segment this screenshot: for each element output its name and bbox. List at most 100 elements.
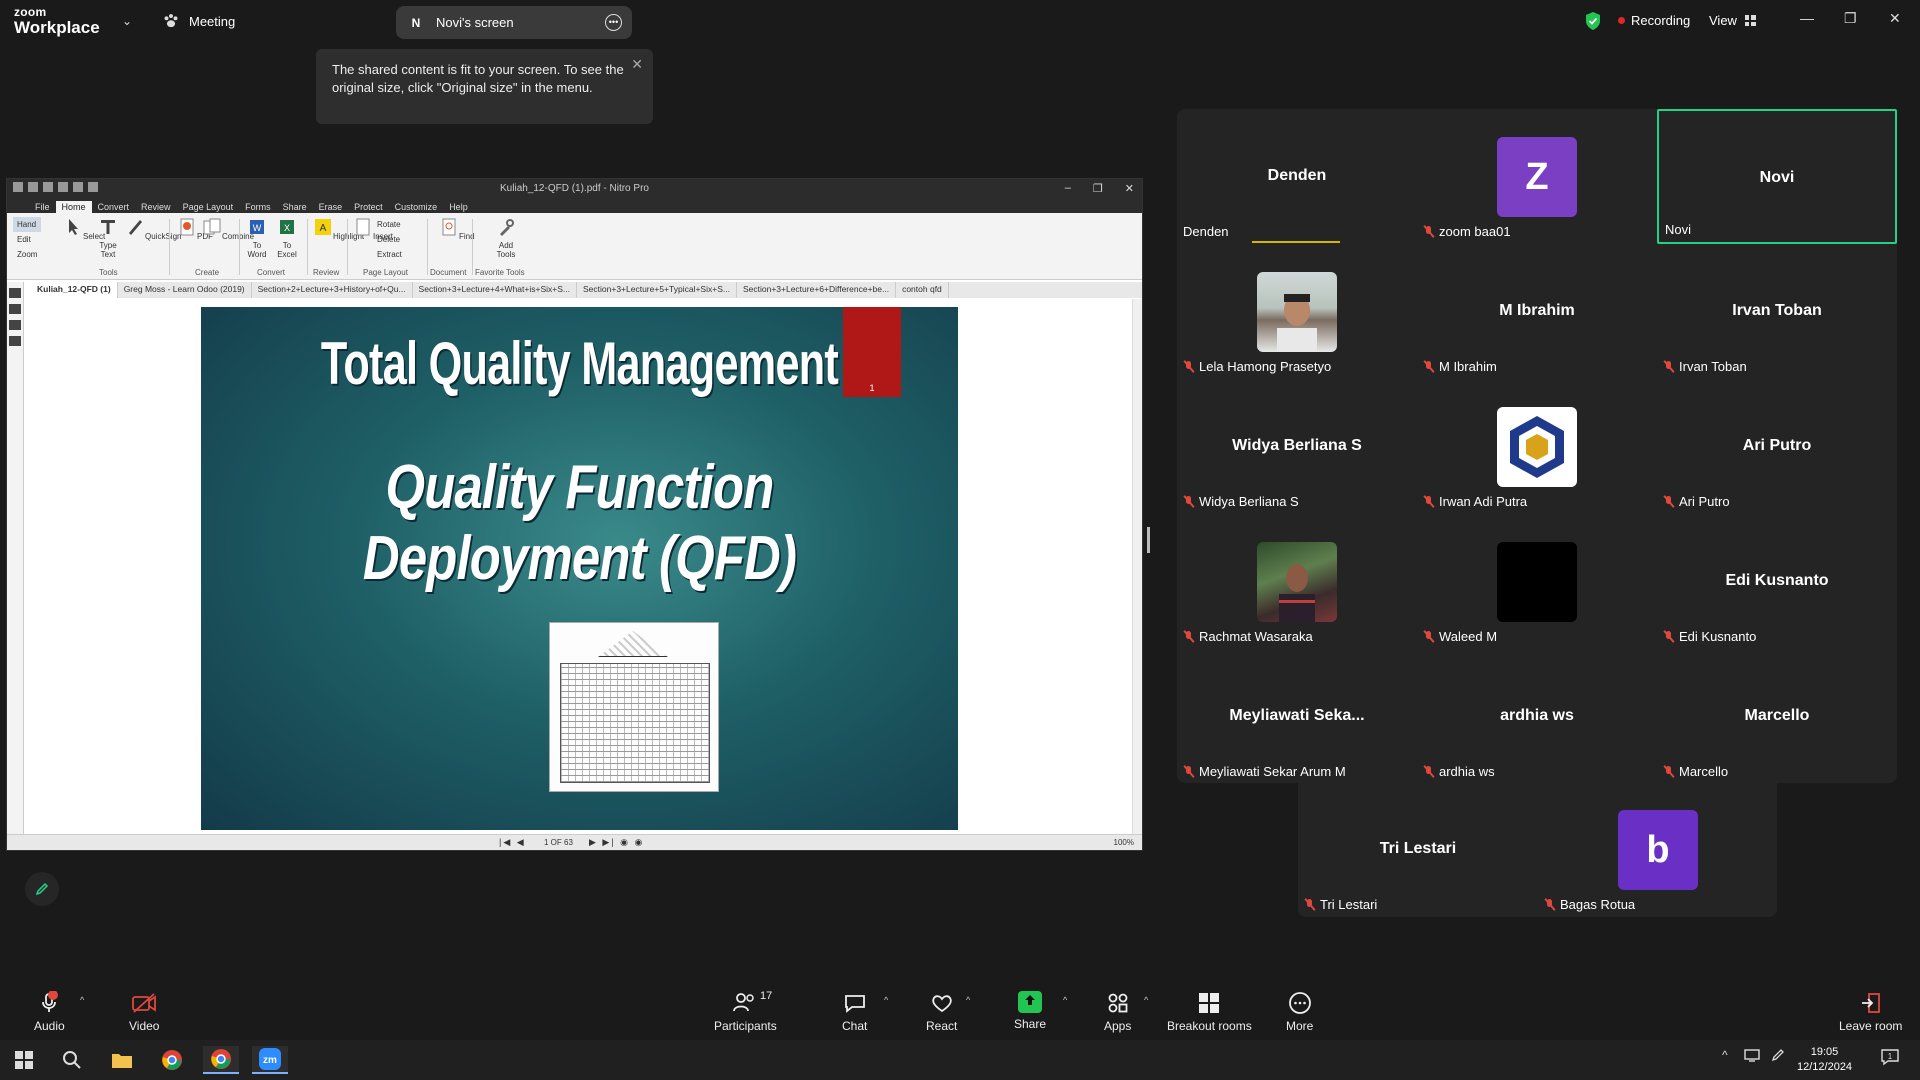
to-excel-button[interactable]: X To Excel [275, 217, 299, 259]
page-indicator[interactable]: 1 OF 63 [544, 838, 573, 847]
notifications-icon[interactable]: 1 [1880, 1048, 1900, 1069]
view-button[interactable]: View [1709, 13, 1756, 28]
doc-tab[interactable]: Section+3+Lecture+5+Typical+Six+S... [577, 282, 737, 298]
windows-start-icon[interactable] [6, 1046, 42, 1074]
menu-forms[interactable]: Forms [239, 201, 277, 213]
network-icon[interactable] [1744, 1048, 1760, 1065]
participant-tile[interactable]: M Ibrahim M Ibrahim [1417, 244, 1657, 379]
share-options-caret[interactable]: ^ [1063, 995, 1067, 1005]
participant-tile[interactable]: Irvan Toban Irvan Toban [1657, 244, 1897, 379]
participants-button[interactable]: 17 Participants [714, 990, 777, 1033]
zoom-app-icon[interactable]: zm [252, 1046, 288, 1074]
hand-tool[interactable]: Hand [13, 217, 42, 232]
pdf-document-area[interactable]: Total Quality Management Quality Functio… [25, 299, 1133, 835]
leave-room-button[interactable]: Leave room [1839, 991, 1902, 1033]
doc-tab-active[interactable]: Kuliah_12-QFD (1) [31, 282, 118, 298]
doc-tab[interactable]: Section+3+Lecture+6+Difference+be... [737, 282, 897, 298]
zoom-level[interactable]: 100% [1114, 838, 1134, 847]
next-last-page-icon[interactable]: ▶ ▶| ◉ ◉ [589, 837, 644, 848]
chevron-down-icon[interactable]: ⌄ [122, 14, 132, 28]
menu-help[interactable]: Help [443, 201, 474, 213]
participant-tile[interactable]: Meyliawati Seka... Meyliawati Sekar Arum … [1177, 649, 1417, 784]
close-icon[interactable]: ✕ [1889, 10, 1901, 27]
chat-button[interactable]: Chat [842, 991, 867, 1033]
search-icon[interactable] [54, 1046, 90, 1074]
nitro-restore-icon[interactable]: ❐ [1093, 182, 1103, 195]
quicksign-tool[interactable]: QuickSign [125, 217, 181, 241]
menu-convert[interactable]: Convert [92, 201, 136, 213]
video-button[interactable]: Video [129, 991, 159, 1033]
participant-tile[interactable]: Denden Denden [1177, 109, 1417, 244]
breakout-rooms-button[interactable]: Breakout rooms [1167, 991, 1252, 1033]
nitro-close-icon[interactable]: ✕ [1125, 182, 1134, 195]
comments-panel-icon[interactable] [9, 320, 21, 330]
vertical-scrollbar[interactable] [1132, 299, 1142, 835]
security-shield-icon[interactable] [1584, 11, 1602, 31]
menu-erase[interactable]: Erase [313, 201, 349, 213]
chrome-icon[interactable] [154, 1046, 190, 1074]
participant-tile[interactable]: Zzoom baa01 [1417, 109, 1657, 244]
rotate-button[interactable]: Rotate [377, 217, 402, 232]
participant-tile[interactable]: Lela Hamong Prasetyo [1177, 244, 1417, 379]
participant-tile[interactable]: Ari Putro Ari Putro [1657, 379, 1897, 514]
participant-tile[interactable]: Rachmat Wasaraka [1177, 514, 1417, 649]
add-tools-button[interactable]: Add Tools [493, 217, 519, 259]
participant-tile[interactable]: Widya Berliana S Widya Berliana S [1177, 379, 1417, 514]
participant-tile[interactable]: Waleed M [1417, 514, 1657, 649]
apps-options-caret[interactable]: ^ [1144, 995, 1148, 1005]
doc-tab[interactable]: Section+3+Lecture+4+What+is+Six+S... [413, 282, 577, 298]
chat-options-caret[interactable]: ^ [884, 995, 888, 1005]
first-prev-page-icon[interactable]: |◀ ◀ [499, 837, 526, 848]
participant-tile[interactable]: Tri Lestari Tri Lestari [1298, 782, 1538, 917]
pages-panel-icon[interactable] [9, 288, 21, 298]
annotate-pen-icon[interactable] [25, 872, 59, 906]
audio-button[interactable]: Audio [34, 991, 65, 1033]
meeting-info-button[interactable]: Meeting [162, 12, 235, 30]
menu-file[interactable]: File [29, 201, 56, 213]
to-word-button[interactable]: W To Word [245, 217, 269, 259]
menu-review[interactable]: Review [135, 201, 177, 213]
participant-tile[interactable]: Marcello Marcello [1657, 649, 1897, 784]
screen-share-pill[interactable]: N Novi's screen ••• [396, 6, 632, 39]
find-button[interactable]: Find [439, 217, 475, 241]
doc-tab[interactable]: Section+2+Lecture+3+History+of+Qu... [252, 282, 413, 298]
participant-tile[interactable]: Edi Kusnanto Edi Kusnanto [1657, 514, 1897, 649]
type-text-tool[interactable]: Type Text [95, 217, 121, 259]
audio-options-caret[interactable]: ^ [80, 995, 84, 1005]
menu-customize[interactable]: Customize [389, 201, 444, 213]
apps-button[interactable]: Apps [1104, 991, 1131, 1033]
share-button[interactable]: Share [1014, 991, 1046, 1031]
doc-tab[interactable]: contoh qfd [896, 282, 949, 298]
menu-home[interactable]: Home [55, 201, 92, 213]
participant-tile[interactable]: Irwan Adi Putra [1417, 379, 1657, 514]
attachments-panel-icon[interactable] [9, 336, 21, 346]
menu-protect[interactable]: Protect [348, 201, 389, 213]
delete-button[interactable]: Delete [377, 232, 402, 247]
participant-name: Lela Hamong Prasetyo [1199, 359, 1332, 374]
split-view-handle[interactable] [1147, 527, 1150, 553]
participant-tile[interactable]: Novi Novi [1657, 109, 1897, 244]
extract-button[interactable]: Extract [377, 247, 402, 262]
participant-tile[interactable]: b Bagas Rotua [1538, 782, 1778, 917]
more-options-icon[interactable]: ••• [605, 14, 622, 31]
zoom-tool[interactable]: Zoom [13, 247, 41, 262]
tray-chevron-icon[interactable]: ^ [1722, 1048, 1728, 1062]
close-tooltip-icon[interactable]: ✕ [631, 55, 643, 73]
react-options-caret[interactable]: ^ [966, 995, 970, 1005]
restore-icon[interactable]: ❐ [1844, 10, 1857, 27]
more-button[interactable]: More [1286, 991, 1313, 1033]
doc-tab[interactable]: Greg Moss - Learn Odoo (2019) [118, 282, 252, 298]
chrome-profile-icon[interactable] [203, 1046, 239, 1074]
nitro-minimize-icon[interactable]: – [1065, 182, 1071, 195]
participant-tile[interactable]: ardhia ws ardhia ws [1417, 649, 1657, 784]
file-explorer-icon[interactable] [104, 1046, 140, 1074]
bookmarks-panel-icon[interactable] [9, 304, 21, 314]
menu-page-layout[interactable]: Page Layout [177, 201, 240, 213]
minimize-icon[interactable]: — [1800, 10, 1814, 26]
menu-share[interactable]: Share [277, 201, 313, 213]
taskbar-clock[interactable]: 19:05 12/12/2024 [1797, 1045, 1852, 1075]
edit-tool[interactable]: Edit [13, 232, 41, 247]
pen-tray-icon[interactable] [1771, 1048, 1785, 1065]
recording-indicator[interactable]: Recording [1618, 13, 1690, 28]
react-button[interactable]: React [926, 991, 957, 1033]
